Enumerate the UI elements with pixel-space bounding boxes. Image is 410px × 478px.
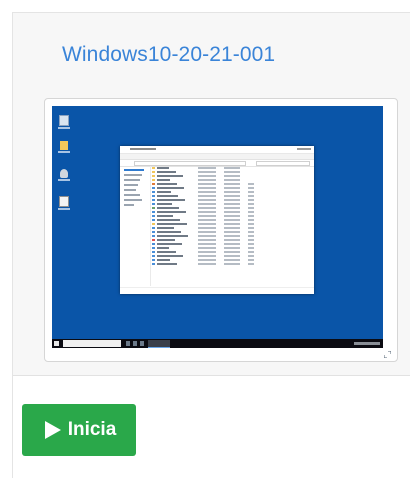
taskbar — [52, 339, 383, 348]
play-icon — [44, 421, 61, 439]
vm-thumbnail[interactable] — [44, 98, 398, 362]
user-icon — [57, 169, 71, 181]
expand-icon[interactable] — [384, 351, 391, 358]
vm-card: Windows10-20-21-001 Inicia — [12, 12, 410, 478]
file-explorer-window — [120, 146, 314, 294]
recycle-bin-icon — [57, 115, 71, 129]
desktop-screenshot — [52, 106, 383, 348]
document-icon — [57, 196, 71, 210]
vm-title[interactable]: Windows10-20-21-001 — [62, 43, 275, 67]
folder-icon — [57, 141, 71, 153]
start-button-label: Inicia — [67, 419, 117, 440]
vm-card-header: Windows10-20-21-001 — [13, 13, 410, 376]
start-button[interactable]: Inicia — [22, 404, 136, 456]
